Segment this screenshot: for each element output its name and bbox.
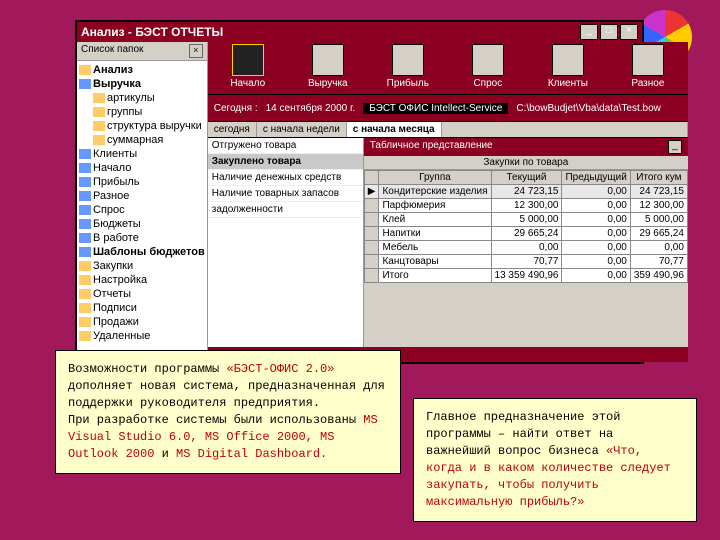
app-window: Анализ - БЭСТ ОТЧЕТЫ _ □ × Список папок … xyxy=(75,20,644,364)
tree-item[interactable]: Настройка xyxy=(79,273,205,287)
window-title: Анализ - БЭСТ ОТЧЕТЫ xyxy=(81,22,223,42)
toolbar-nachalo[interactable]: Начало xyxy=(208,42,288,94)
period-today[interactable]: сегодня xyxy=(208,122,257,137)
table-row[interactable]: Клей5 000,000,005 000,00 xyxy=(364,213,687,227)
list-item[interactable]: Закуплено товара xyxy=(208,154,363,170)
list-item[interactable]: Наличие товарных запасов xyxy=(208,186,363,202)
revenue-icon xyxy=(312,44,344,76)
toolbar-pribyl[interactable]: Прибыль xyxy=(368,42,448,94)
tree-item[interactable]: Прибыль xyxy=(79,175,205,189)
sidebar-title: Список папок xyxy=(81,44,143,58)
tree-item[interactable]: Разное xyxy=(79,189,205,203)
sidebar-header: Список папок × xyxy=(77,42,207,61)
list-item[interactable]: Отгружено товара xyxy=(208,138,363,154)
sidebar: Список папок × Анализ Выручка артикулы г… xyxy=(77,42,208,362)
today-label: Сегодня : xyxy=(214,103,258,114)
toolbar-spros[interactable]: Спрос xyxy=(448,42,528,94)
tree-item[interactable]: группы xyxy=(79,105,205,119)
date-bar: Сегодня : 14 сентября 2000 г. БЭСТ ОФИС … xyxy=(208,95,688,121)
toolbar-klienty[interactable]: Клиенты xyxy=(528,42,608,94)
report-title: Закупки по товара xyxy=(364,156,688,170)
toolbar: Начало Выручка Прибыль Спрос Клиенты Раз… xyxy=(208,42,688,95)
tree-item[interactable]: артикулы xyxy=(79,91,205,105)
table-row[interactable]: Канцтовары70,770,0070,77 xyxy=(364,255,687,269)
service-name: БЭСТ ОФИС Intellect-Service xyxy=(363,103,508,114)
table-row[interactable]: Итого13 359 490,960,00359 490,96 xyxy=(364,269,687,283)
grid-header-row: Группа Текущий Предыдущий Итого кум xyxy=(364,171,687,185)
tree-item[interactable]: Начало xyxy=(79,161,205,175)
table-view-title: Табличное представление xyxy=(370,140,493,154)
main-panel: Начало Выручка Прибыль Спрос Клиенты Раз… xyxy=(208,42,688,362)
table-panel: Табличное представление _ Закупки по тов… xyxy=(364,138,688,347)
close-button[interactable]: × xyxy=(620,24,638,40)
list-item[interactable]: задолженности xyxy=(208,202,363,218)
today-date: 14 сентября 2000 г. xyxy=(266,103,356,114)
sidebar-close-icon[interactable]: × xyxy=(189,44,203,58)
table-row[interactable]: ▶Кондитерские изделия24 723,150,0024 723… xyxy=(364,185,687,199)
period-bar: сегодня с начала недели с начала месяца xyxy=(208,121,688,138)
report-list: Отгружено товара Закуплено товара Наличи… xyxy=(208,138,364,347)
table-view-header: Табличное представление _ xyxy=(364,138,688,156)
folder-tree: Анализ Выручка артикулы группы структура… xyxy=(77,61,207,362)
tree-item[interactable]: Отчеты xyxy=(79,287,205,301)
tree-item[interactable]: структура выручки xyxy=(79,119,205,133)
panel-minimize-icon[interactable]: _ xyxy=(668,140,682,154)
annotation-right: Главное предназначение этой программы – … xyxy=(413,398,697,522)
period-spacer xyxy=(442,122,688,137)
tree-item[interactable]: Удаленные xyxy=(79,329,205,343)
list-item[interactable]: Наличие денежных средств xyxy=(208,170,363,186)
minimize-button[interactable]: _ xyxy=(580,24,598,40)
file-path: C:\bowBudjet\Vba\data\Test.bow xyxy=(516,103,661,114)
tree-root[interactable]: Анализ xyxy=(79,63,205,77)
tree-item[interactable]: Выручка xyxy=(79,77,205,91)
toolbar-vyruchka[interactable]: Выручка xyxy=(288,42,368,94)
misc-icon xyxy=(632,44,664,76)
tree-item[interactable]: Подписи xyxy=(79,301,205,315)
clients-icon xyxy=(552,44,584,76)
data-grid[interactable]: Группа Текущий Предыдущий Итого кум ▶Кон… xyxy=(364,170,688,283)
table-row[interactable]: Парфюмерия12 300,000,0012 300,00 xyxy=(364,199,687,213)
home-icon xyxy=(232,44,264,76)
tree-item[interactable]: В работе xyxy=(79,231,205,245)
tree-item[interactable]: Закупки xyxy=(79,259,205,273)
titlebar: Анализ - БЭСТ ОТЧЕТЫ _ □ × xyxy=(77,22,642,42)
profit-icon xyxy=(392,44,424,76)
tree-item[interactable]: Клиенты xyxy=(79,147,205,161)
demand-icon xyxy=(472,44,504,76)
maximize-button[interactable]: □ xyxy=(600,24,618,40)
table-row[interactable]: Напитки29 665,240,0029 665,24 xyxy=(364,227,687,241)
tree-item[interactable]: Спрос xyxy=(79,203,205,217)
tree-item[interactable]: суммарная xyxy=(79,133,205,147)
tree-item[interactable]: Шаблоны бюджетов xyxy=(79,245,205,259)
tree-item[interactable]: Продажи xyxy=(79,315,205,329)
period-week[interactable]: с начала недели xyxy=(257,122,347,137)
annotation-left: Возможности программы «БЭСТ-ОФИС 2.0» до… xyxy=(55,350,401,474)
toolbar-raznoe[interactable]: Разное xyxy=(608,42,688,94)
table-row[interactable]: Мебель0,000,000,00 xyxy=(364,241,687,255)
period-month[interactable]: с начала месяца xyxy=(347,122,442,137)
tree-item[interactable]: Бюджеты xyxy=(79,217,205,231)
